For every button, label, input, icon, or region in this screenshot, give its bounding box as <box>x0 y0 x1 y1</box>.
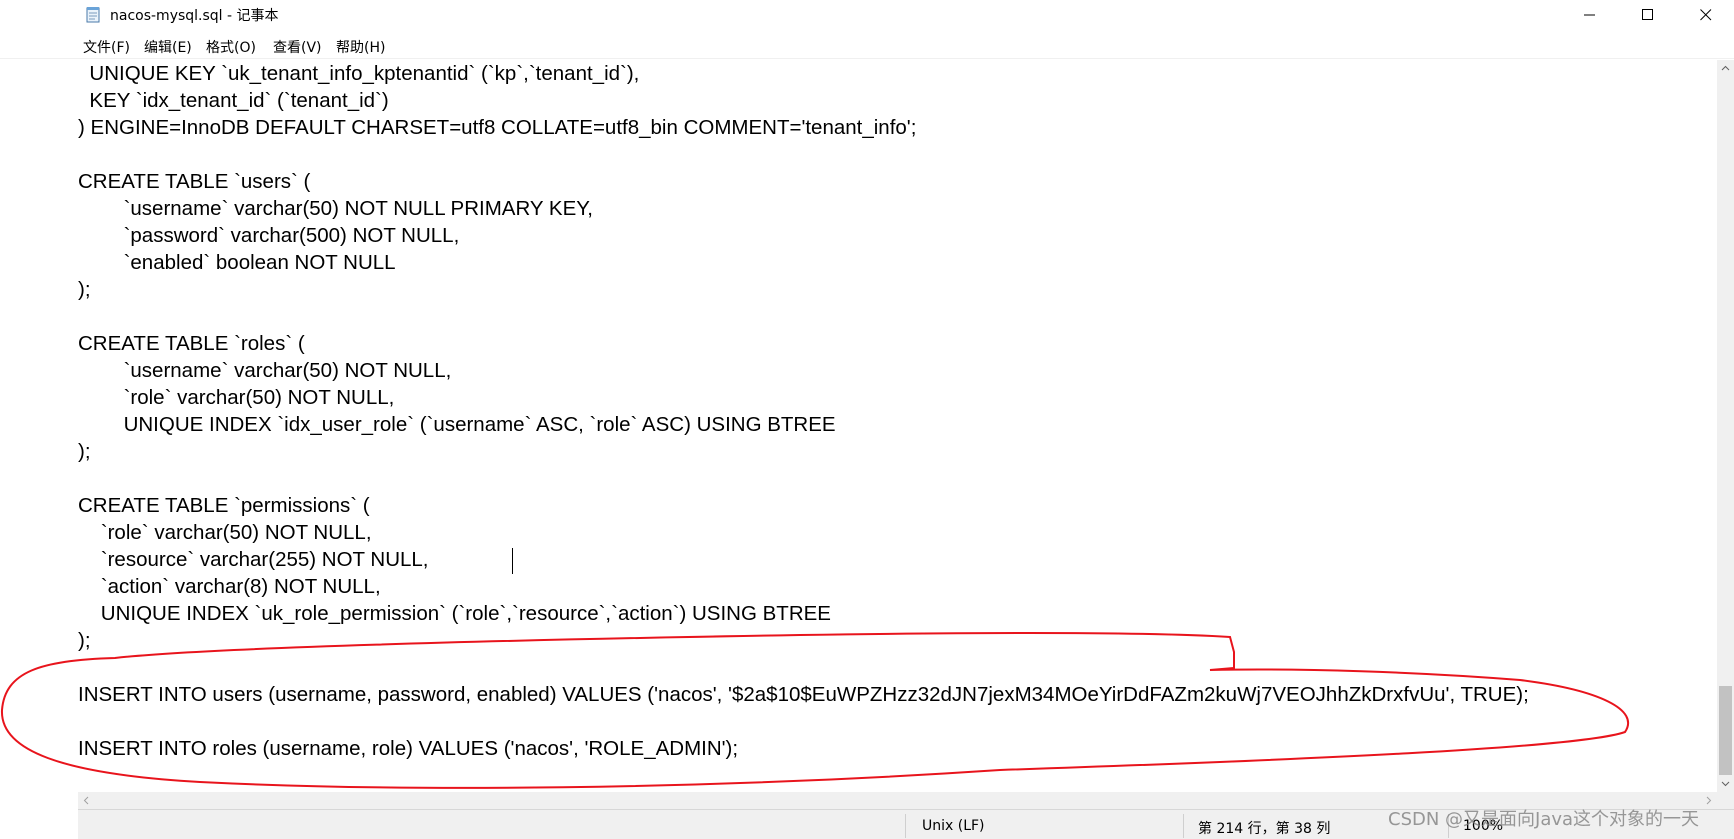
window-title: nacos-mysql.sql - 记事本 <box>110 8 279 24</box>
notepad-icon <box>86 7 100 23</box>
vertical-scroll-thumb[interactable] <box>1719 686 1732 775</box>
code-line: CREATE TABLE `permissions` ( <box>78 494 370 517</box>
code-line: `role` varchar(50) NOT NULL, <box>78 521 372 544</box>
chevron-left-icon <box>83 796 89 805</box>
menu-edit[interactable]: 编辑(E) <box>144 37 192 57</box>
menu-bar: 文件(F) 编辑(E) 格式(O) 查看(V) 帮助(H) <box>0 33 1734 57</box>
text-editor[interactable]: UNIQUE KEY `uk_tenant_info_kptenantid` (… <box>78 60 1718 792</box>
code-line: INSERT INTO users (username, password, e… <box>78 683 1529 706</box>
vertical-scrollbar[interactable] <box>1717 60 1734 792</box>
code-line: `role` varchar(50) NOT NULL, <box>78 386 395 409</box>
code-line: UNIQUE INDEX `idx_user_role` (`username`… <box>78 413 836 436</box>
title-bar: nacos-mysql.sql - 记事本 <box>0 0 1734 30</box>
minimize-button[interactable] <box>1567 0 1613 30</box>
code-line: UNIQUE KEY `uk_tenant_info_kptenantid` (… <box>78 62 640 85</box>
code-line: `enabled` boolean NOT NULL <box>78 251 396 274</box>
status-separator <box>905 814 906 838</box>
menu-format[interactable]: 格式(O) <box>206 37 256 57</box>
code-line: UNIQUE INDEX `uk_role_permission` (`role… <box>78 602 831 625</box>
status-separator <box>1183 814 1184 838</box>
code-line: ) ENGINE=InnoDB DEFAULT CHARSET=utf8 COL… <box>78 116 917 139</box>
code-line: ); <box>78 629 91 652</box>
status-line-ending: Unix (LF) <box>922 818 985 834</box>
menu-view[interactable]: 查看(V) <box>273 37 322 57</box>
code-line: ); <box>78 278 91 301</box>
scroll-up-button[interactable] <box>1717 60 1734 77</box>
code-line: `resource` varchar(255) NOT NULL, <box>78 548 429 571</box>
code-line: CREATE TABLE `roles` ( <box>78 332 305 355</box>
menu-divider <box>0 58 1734 59</box>
code-line: CREATE TABLE `users` ( <box>78 170 311 193</box>
code-line: KEY `idx_tenant_id` (`tenant_id`) <box>78 89 389 112</box>
code-line: `password` varchar(500) NOT NULL, <box>78 224 460 247</box>
menu-file[interactable]: 文件(F) <box>83 37 130 57</box>
minimize-icon <box>1584 14 1595 16</box>
chevron-up-icon <box>1721 65 1730 71</box>
scroll-right-button[interactable] <box>1700 792 1717 809</box>
code-line: ); <box>78 440 91 463</box>
scroll-corner <box>1717 792 1734 809</box>
code-line: `action` varchar(8) NOT NULL, <box>78 575 381 598</box>
close-icon <box>1700 9 1712 21</box>
scroll-left-button[interactable] <box>78 792 95 809</box>
maximize-icon <box>1642 9 1653 20</box>
status-cursor-position: 第 214 行，第 38 列 <box>1198 821 1331 837</box>
code-line: `username` varchar(50) NOT NULL, <box>78 359 452 382</box>
code-line: `username` varchar(50) NOT NULL PRIMARY … <box>78 197 593 220</box>
maximize-button[interactable] <box>1625 0 1671 30</box>
text-caret <box>512 548 513 574</box>
chevron-down-icon <box>1721 781 1730 787</box>
chevron-right-icon <box>1706 796 1712 805</box>
close-button[interactable] <box>1683 0 1729 30</box>
watermark: CSDN @又是面向Java这个对象的一天 <box>1388 809 1700 830</box>
scroll-down-button[interactable] <box>1717 775 1734 792</box>
menu-help[interactable]: 帮助(H) <box>336 37 385 57</box>
code-line: INSERT INTO roles (username, role) VALUE… <box>78 737 739 760</box>
